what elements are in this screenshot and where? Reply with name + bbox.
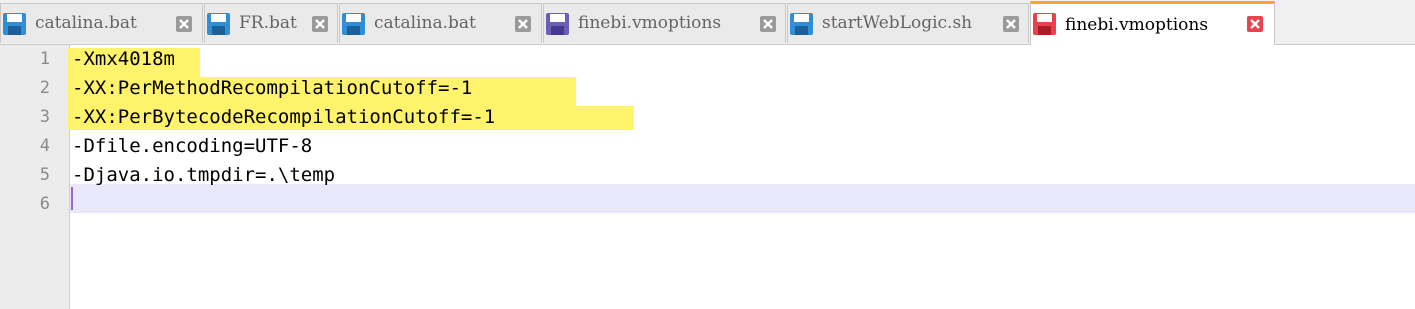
line-number: 1 <box>39 49 50 69</box>
close-icon[interactable] <box>1003 16 1019 32</box>
close-icon[interactable] <box>312 16 328 32</box>
tab-label: FR.bat <box>239 13 297 33</box>
tab-catalina-bat-1[interactable]: catalina.bat <box>0 3 203 43</box>
line-number-gutter: 1 2 3 4 5 6 <box>0 45 70 309</box>
tab-catalina-bat-2[interactable]: catalina.bat <box>339 3 542 43</box>
tab-finebi-vmoptions-1[interactable]: finebi.vmoptions <box>543 3 786 43</box>
save-disk-icon <box>207 13 230 35</box>
text-cursor <box>71 187 73 210</box>
line-number: 2 <box>39 78 50 98</box>
tab-label: catalina.bat <box>374 13 476 33</box>
close-icon[interactable] <box>760 16 776 32</box>
tab-startweblogic-sh[interactable]: startWebLogic.sh <box>787 3 1029 43</box>
tab-label: catalina.bat <box>35 13 137 33</box>
line-number: 4 <box>39 136 50 156</box>
code-line[interactable]: -XX:PerMethodRecompilationCutoff=-1 <box>72 74 472 103</box>
code-line[interactable]: -Xmx4018m <box>72 45 175 74</box>
save-disk-icon <box>1033 13 1056 35</box>
line-number: 3 <box>39 107 50 127</box>
code-line[interactable]: -XX:PerBytecodeRecompilationCutoff=-1 <box>72 103 495 132</box>
tab-label: finebi.vmoptions <box>1065 15 1209 35</box>
code-line[interactable]: -Dfile.encoding=UTF-8 <box>72 132 312 161</box>
close-icon[interactable] <box>1247 16 1263 32</box>
save-disk-icon <box>546 13 569 35</box>
tab-finebi-vmoptions-active[interactable]: finebi.vmoptions <box>1030 1 1275 45</box>
save-disk-icon <box>342 13 365 35</box>
tab-bar: catalina.bat FR.bat catalina.bat finebi.… <box>0 0 1415 45</box>
tab-label: startWebLogic.sh <box>822 13 973 33</box>
close-icon[interactable] <box>176 16 192 32</box>
save-disk-icon <box>3 13 26 35</box>
line-number: 5 <box>39 165 50 185</box>
close-icon[interactable] <box>515 16 531 32</box>
line-number: 6 <box>39 194 50 214</box>
tab-fr-bat[interactable]: FR.bat <box>204 3 338 43</box>
code-line[interactable]: -Djava.io.tmpdir=.\temp <box>72 161 335 190</box>
tab-label: finebi.vmoptions <box>578 13 722 33</box>
save-disk-icon <box>790 13 813 35</box>
